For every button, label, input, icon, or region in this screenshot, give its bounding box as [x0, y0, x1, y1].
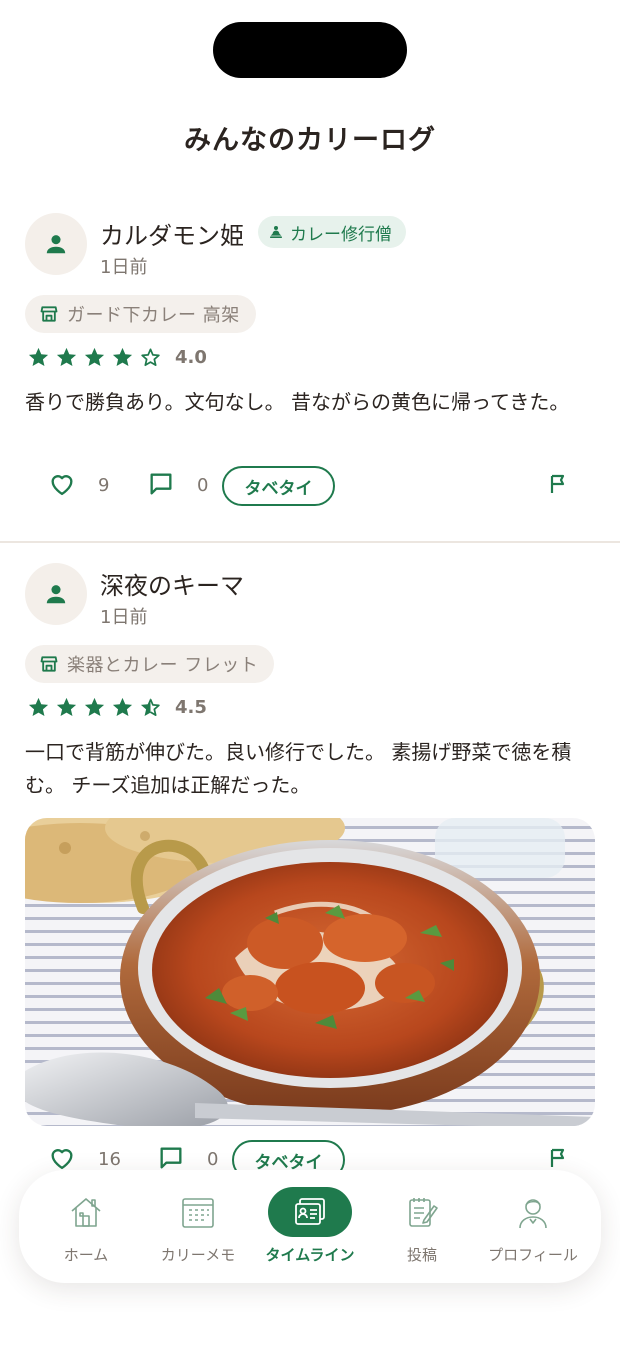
calendar-icon — [182, 1198, 214, 1228]
tab-profile[interactable]: プロフィール — [485, 1170, 581, 1283]
star-rating: 4.0 — [27, 346, 207, 369]
shop-name: 楽器とカレー フレット — [67, 655, 259, 676]
post-timestamp: 1日前 — [100, 607, 148, 628]
butter-chicken-curry-image — [25, 818, 595, 1126]
tab-label: プロフィール — [488, 1246, 578, 1264]
review-text: 一口で背筋が伸びた。良い修行でした。 素揚げ野菜で徳を積む。 チーズ追加は正解だ… — [25, 740, 572, 797]
curry-photo[interactable] — [25, 818, 595, 1126]
rank-badge-label: カレー修行僧 — [290, 224, 392, 245]
star-full-icon — [56, 697, 77, 717]
notepad-pen-icon — [409, 1198, 438, 1227]
comment-icon — [150, 473, 172, 495]
tab-home[interactable]: ホーム — [41, 1170, 131, 1283]
rating-value: 4.5 — [175, 697, 207, 718]
heart-icon — [51, 475, 73, 496]
star-full-icon — [28, 347, 49, 367]
report-button[interactable] — [545, 1144, 573, 1172]
rank-badge: カレー修行僧 — [258, 216, 406, 248]
post-timestamp: 1日前 — [100, 257, 148, 278]
heart-icon — [51, 1149, 73, 1170]
rating-value: 4.0 — [175, 347, 207, 368]
comment-button[interactable] — [145, 468, 177, 500]
star-full-icon — [84, 347, 105, 367]
post-actions: 9 0 タベタイ — [0, 466, 620, 510]
comment-count: 0 — [197, 475, 209, 496]
shop-name: ガード下カレー 高架 — [67, 305, 240, 326]
comment-count: 0 — [207, 1149, 219, 1170]
shop-chip[interactable]: 楽器とカレー フレット — [25, 645, 275, 683]
star-full-icon — [112, 347, 133, 367]
tab-curry-memo[interactable]: カリーメモ — [153, 1170, 243, 1283]
meditating-monk-icon — [270, 226, 282, 238]
house-icon — [71, 1198, 101, 1227]
star-full-icon — [28, 697, 49, 717]
review-text: 香りで勝負あり。文句なし。 昔ながらの黄色に帰ってきた。 — [25, 390, 570, 414]
star-empty-icon — [141, 348, 160, 367]
like-button[interactable] — [46, 468, 78, 500]
tab-timeline[interactable]: タイムライン — [265, 1170, 355, 1283]
star-half-icon — [140, 697, 160, 717]
flag-icon — [550, 474, 565, 493]
storefront-icon — [40, 656, 58, 672]
post-divider — [0, 541, 620, 543]
report-button[interactable] — [545, 470, 573, 498]
bottom-tab-bar: ホーム カリーメモ タイムライン 投稿 プロフィール — [19, 1170, 601, 1283]
tabetai-button[interactable]: タベタイ — [222, 466, 335, 506]
username[interactable]: 深夜のキーマ — [100, 566, 244, 601]
star-full-icon — [56, 347, 77, 367]
person-icon — [519, 1199, 547, 1229]
star-full-icon — [112, 697, 133, 717]
avatar[interactable] — [25, 213, 87, 275]
timeline-cards-icon — [295, 1198, 325, 1225]
tab-label: ホーム — [63, 1246, 109, 1264]
star-rating: 4.5 — [27, 696, 207, 719]
user-icon — [46, 585, 66, 604]
shop-chip[interactable]: ガード下カレー 高架 — [25, 295, 256, 333]
comment-icon — [160, 1147, 182, 1169]
tab-label: カリーメモ — [160, 1246, 236, 1264]
like-count: 16 — [98, 1149, 121, 1170]
tab-label: 投稿 — [406, 1246, 437, 1264]
user-icon — [46, 235, 66, 254]
storefront-icon — [40, 306, 58, 322]
username[interactable]: カルダモン姫 — [100, 216, 244, 251]
like-count: 9 — [98, 475, 110, 496]
avatar[interactable] — [25, 563, 87, 625]
star-full-icon — [84, 697, 105, 717]
camera-notch — [213, 22, 407, 78]
flag-icon — [550, 1148, 565, 1167]
page-title: みんなのカリーログ — [184, 125, 436, 156]
tab-post[interactable]: 投稿 — [377, 1170, 467, 1283]
tab-label: タイムライン — [265, 1246, 355, 1264]
